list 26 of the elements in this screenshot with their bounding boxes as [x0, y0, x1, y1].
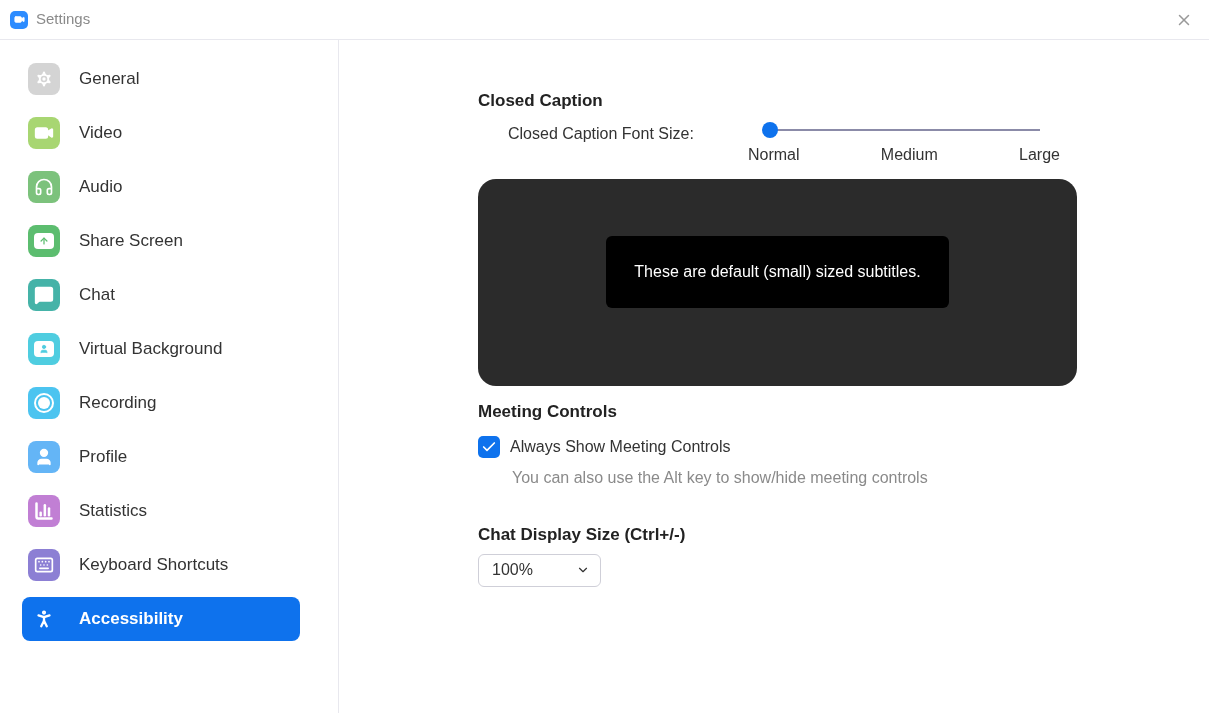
slider-thumb[interactable]: [762, 121, 778, 138]
checkbox[interactable]: [478, 436, 500, 458]
slider-tick-label: Normal: [748, 144, 800, 165]
window-title: Settings: [36, 9, 91, 30]
section-heading: Chat Display Size (Ctrl+/-): [478, 524, 687, 546]
hint-text: You can also use the Alt key to show/hide meeting controls: [512, 468, 929, 488]
sidebar-item[interactable]: Audio: [22, 165, 300, 209]
sidebar-item[interactable]: Keyboard Shortcuts: [22, 543, 300, 587]
subtitle-text: These are default (small) sized subtitles.: [606, 236, 949, 308]
sidebar-item[interactable]: Profile: [22, 435, 300, 479]
sidebar-item[interactable]: Virtual Background: [22, 327, 300, 371]
size-dropdown[interactable]: 100%: [478, 553, 601, 587]
font-size-label: Closed Caption Font Size:: [508, 123, 695, 144]
sidebar-item[interactable]: Chat: [22, 273, 300, 317]
sidebar-item[interactable]: Video: [22, 111, 300, 155]
section-heading: Closed Caption: [478, 90, 604, 112]
checkbox-label: Always Show Meeting Controls: [510, 437, 731, 457]
sidebar-item[interactable]: Accessibility: [22, 597, 300, 641]
sidebar-item[interactable]: Recording: [22, 381, 300, 425]
slider-tick-label: Medium: [880, 144, 938, 165]
app-logo-icon: [10, 10, 28, 29]
section-heading: Meeting Controls: [478, 400, 618, 423]
sidebar-item[interactable]: General: [22, 57, 300, 101]
sidebar-item[interactable]: Share Screen: [22, 219, 300, 263]
sidebar-item[interactable]: Statistics: [22, 489, 300, 533]
slider-tick-label: Large: [1019, 144, 1060, 165]
